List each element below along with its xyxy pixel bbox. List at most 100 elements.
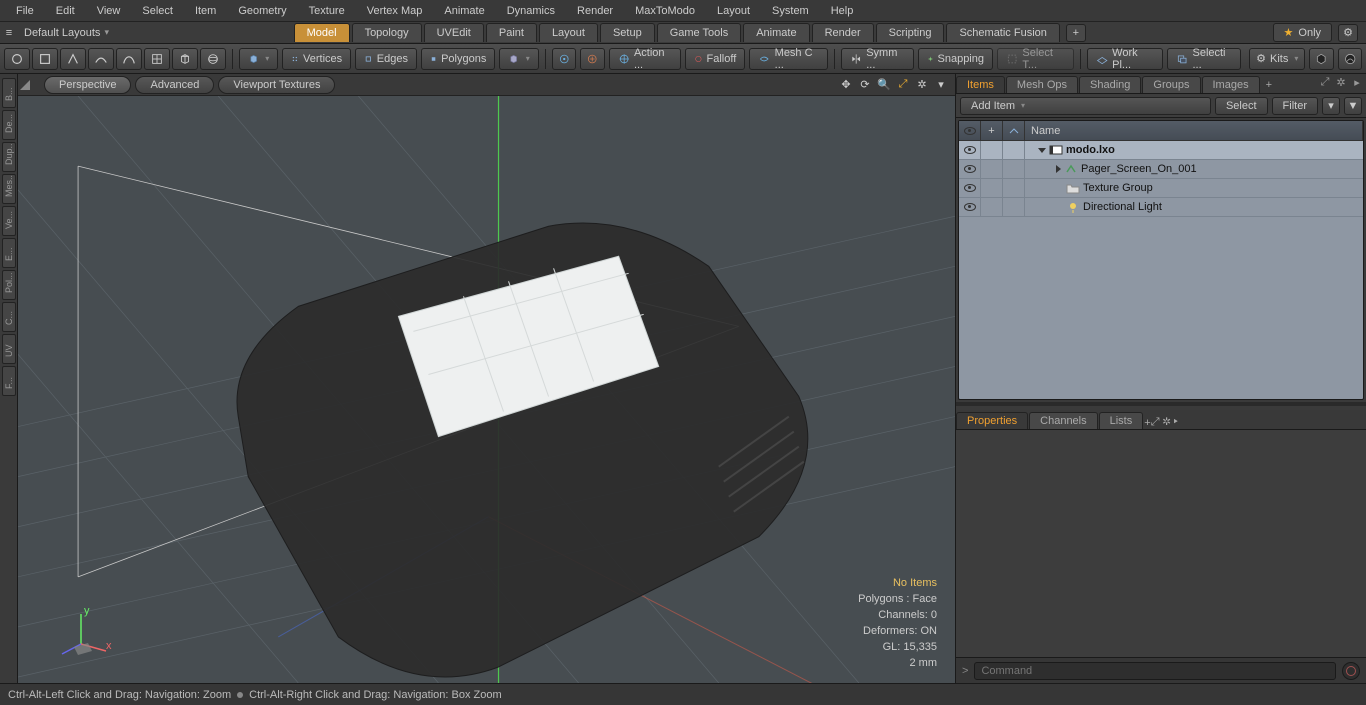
item-tree[interactable]: + Name modo.lxo Pager_Screen_On_001 [958,120,1364,400]
select-through-dropdown[interactable]: Select T... [997,48,1074,70]
panel-splitter[interactable] [956,402,1366,406]
ptab-add[interactable]: + [1261,77,1277,93]
settings-gear-button[interactable]: ⚙ [1338,24,1358,42]
add-tab-button[interactable]: + [1066,24,1086,42]
mesh-constraint-dropdown[interactable]: Mesh C ... [749,48,828,70]
panel-gear-icon[interactable]: ✲ [1334,75,1348,89]
menu-help[interactable]: Help [821,2,864,20]
falloff-dropdown[interactable]: Falloff [685,48,746,70]
props-expand-icon[interactable]: ⤢ [1151,416,1160,428]
filter-menu-icon[interactable]: ▾ [1322,97,1340,115]
dock-tab-6[interactable]: Pol... [2,270,16,300]
prim-sphere-icon[interactable] [200,48,226,70]
vptab-advanced[interactable]: Advanced [135,76,214,94]
menu-select[interactable]: Select [132,2,183,20]
dock-tab-3[interactable]: Mes... [2,174,16,204]
add-item-dropdown[interactable]: Add Item [960,97,1211,115]
selmode-items-dropdown[interactable]: ▾ [499,48,538,70]
ptab-groups[interactable]: Groups [1142,76,1200,93]
select-button[interactable]: Select [1215,97,1268,115]
workplane-dropdown[interactable]: Work Pl... [1087,48,1163,70]
symmetry-dropdown[interactable]: Symm ... [841,48,914,70]
dock-tab-7[interactable]: C... [2,302,16,332]
vptab-perspective[interactable]: Perspective [44,76,131,94]
pptab-lists[interactable]: Lists [1099,412,1144,429]
menu-system[interactable]: System [762,2,819,20]
prim-circle-icon[interactable] [4,48,30,70]
ptab-shading[interactable]: Shading [1079,76,1141,93]
pptab-channels[interactable]: Channels [1029,412,1097,429]
ptab-images[interactable]: Images [1202,76,1260,93]
prim-curve-icon[interactable] [88,48,114,70]
tab-setup[interactable]: Setup [600,23,655,42]
menu-dynamics[interactable]: Dynamics [497,2,565,20]
col-name[interactable]: Name [1025,121,1363,140]
tree-row-texgroup[interactable]: Texture Group [959,179,1363,198]
menu-render[interactable]: Render [567,2,623,20]
tool-b-icon[interactable] [580,48,604,70]
col-visibility-icon[interactable] [959,121,981,140]
selmode-prim-dropdown[interactable]: ▾ [239,48,278,70]
menu-layout[interactable]: Layout [707,2,760,20]
selection-sets-dropdown[interactable]: Selecti ... [1167,48,1241,70]
tab-uvedit[interactable]: UVEdit [424,23,484,42]
selmode-edges[interactable]: Edges [355,48,417,70]
vptab-textures[interactable]: Viewport Textures [218,76,335,94]
layouts-dropdown[interactable]: Default Layouts [18,27,115,39]
chevron-right-icon[interactable] [1056,165,1061,173]
snapping-dropdown[interactable]: Snapping [918,48,993,70]
props-close-icon[interactable]: ▸ [1174,416,1178,428]
ptab-items[interactable]: Items [956,76,1005,93]
prim-bezier-icon[interactable] [116,48,142,70]
funnel-icon[interactable]: ▼ [1344,97,1362,115]
tab-render[interactable]: Render [812,23,874,42]
prim-cube-icon[interactable] [172,48,198,70]
vp-fit-icon[interactable]: ⤢ [895,77,911,93]
tree-row-scene[interactable]: modo.lxo [959,141,1363,160]
col-add-icon[interactable]: + [981,121,1003,140]
panel-close-icon[interactable]: ▸ [1350,75,1364,89]
menu-item[interactable]: Item [185,2,226,20]
menu-file[interactable]: File [6,2,44,20]
prim-square-icon[interactable] [32,48,58,70]
dock-tab-8[interactable]: UV [2,334,16,364]
tree-row-mesh[interactable]: Pager_Screen_On_001 [959,160,1363,179]
menu-texture[interactable]: Texture [299,2,355,20]
pptab-properties[interactable]: Properties [956,412,1028,429]
record-button[interactable] [1342,662,1360,680]
viewport-corner-handle[interactable] [20,80,30,90]
only-button[interactable]: ★Only [1273,23,1333,42]
vp-gear-icon[interactable]: ✲ [914,77,930,93]
ptab-meshops[interactable]: Mesh Ops [1006,76,1078,93]
tab-gametools[interactable]: Game Tools [657,23,742,42]
tab-topology[interactable]: Topology [352,23,422,42]
selmode-polygons[interactable]: Polygons [421,48,495,70]
tab-paint[interactable]: Paint [486,23,537,42]
dock-tab-9[interactable]: F... [2,366,16,396]
command-input[interactable] [974,662,1336,680]
tool-a-icon[interactable] [552,48,576,70]
hamburger-icon[interactable]: ≡ [0,27,18,39]
vp-move-icon[interactable]: ✥ [838,77,854,93]
engine-icon-b[interactable] [1338,48,1362,70]
prim-pen-icon[interactable] [60,48,86,70]
menu-edit[interactable]: Edit [46,2,85,20]
tab-model[interactable]: Model [294,23,350,42]
tab-layout[interactable]: Layout [539,23,598,42]
viewport-3d[interactable]: y x No Items Polygons : Face Channels: 0… [18,96,955,683]
vp-rotate-icon[interactable]: ⟳ [857,77,873,93]
menu-maxtomodo[interactable]: MaxToModo [625,2,705,20]
menu-vertexmap[interactable]: Vertex Map [357,2,433,20]
tree-row-light[interactable]: Directional Light [959,198,1363,217]
prim-grid-icon[interactable] [144,48,170,70]
tab-schematicfusion[interactable]: Schematic Fusion [946,23,1059,42]
chevron-down-icon[interactable] [1038,148,1046,153]
tab-scripting[interactable]: Scripting [876,23,945,42]
action-center-dropdown[interactable]: Action ... [609,48,681,70]
dock-tab-4[interactable]: Ve... [2,206,16,236]
filter-button[interactable]: Filter [1272,97,1318,115]
vp-menu-icon[interactable]: ▾ [933,77,949,93]
axis-gizmo[interactable]: y x [56,599,116,659]
props-gear-icon[interactable]: ✲ [1163,416,1171,428]
menu-geometry[interactable]: Geometry [228,2,296,20]
